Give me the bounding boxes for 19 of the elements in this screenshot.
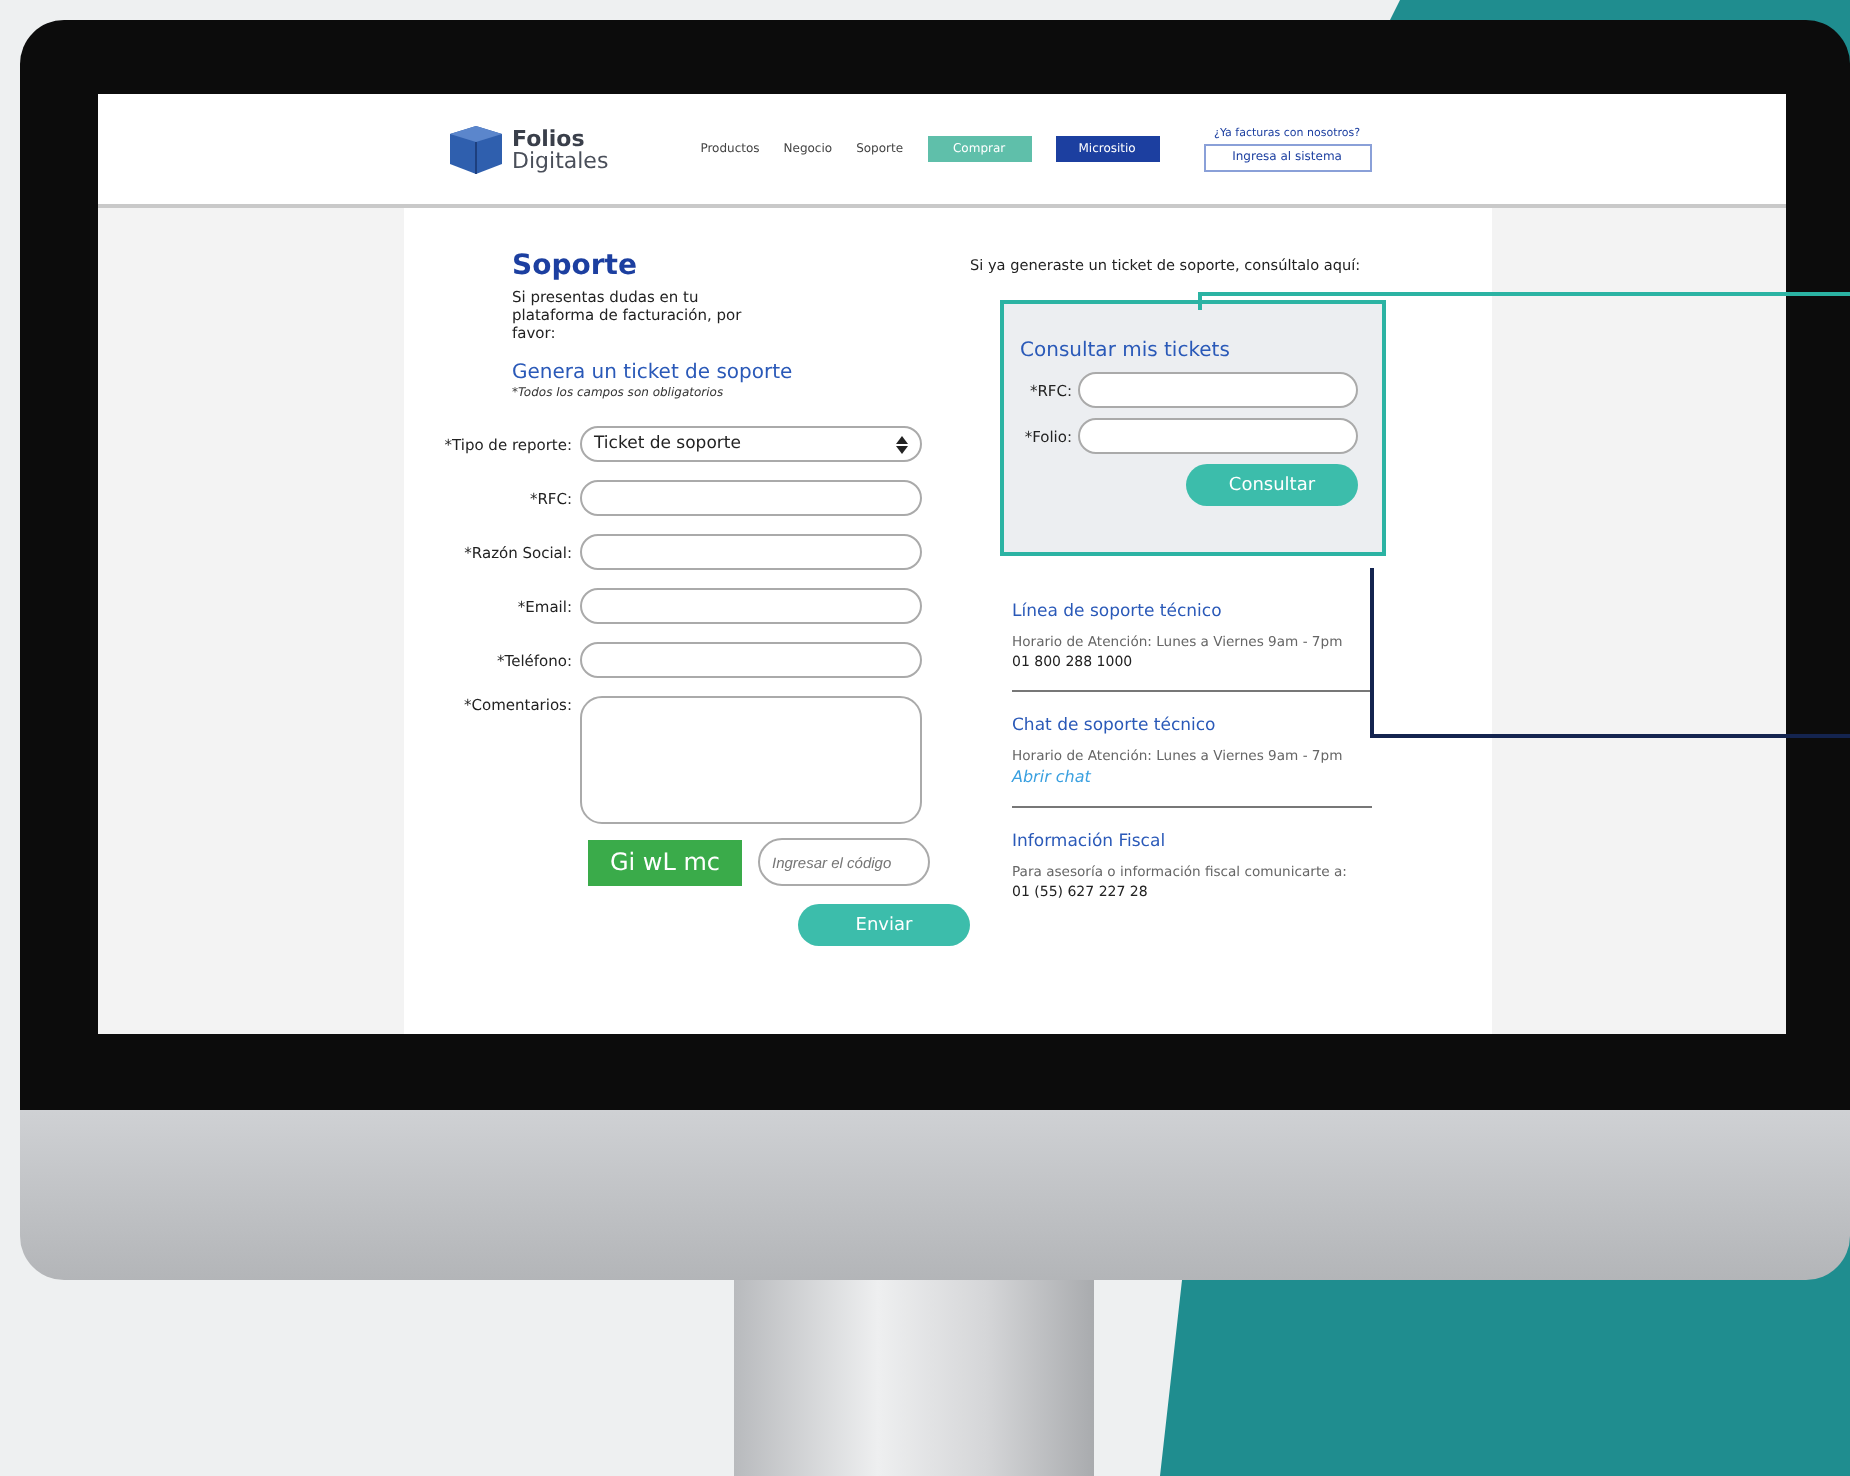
- input-field[interactable]: [580, 642, 922, 678]
- input-field[interactable]: [580, 588, 922, 624]
- logo-text: Folios: [512, 127, 587, 149]
- input-field[interactable]: [580, 534, 922, 570]
- contact-title: Chat de soporte técnico: [1012, 716, 1218, 736]
- section-title: Genera un ticket de soporte: [512, 362, 795, 384]
- updown-caret-icon: [896, 435, 908, 453]
- lookup-title: Consultar mis tickets: [1020, 340, 1232, 362]
- contact-title: Información Fiscal: [1012, 832, 1168, 852]
- logo-text: Digitales: [512, 149, 609, 171]
- dropdown[interactable]: Ticket de soporte: [580, 426, 922, 462]
- captcha-image: Gi wL mc: [588, 839, 742, 885]
- page-title: Soporte: [512, 248, 639, 284]
- box-logo-icon: [446, 123, 506, 175]
- input-field[interactable]: [1078, 418, 1358, 454]
- input-field[interactable]: [1078, 372, 1358, 408]
- input-field[interactable]: [580, 480, 922, 516]
- comments-field[interactable]: [580, 696, 922, 824]
- contact-title: Línea de soporte técnico: [1012, 602, 1224, 622]
